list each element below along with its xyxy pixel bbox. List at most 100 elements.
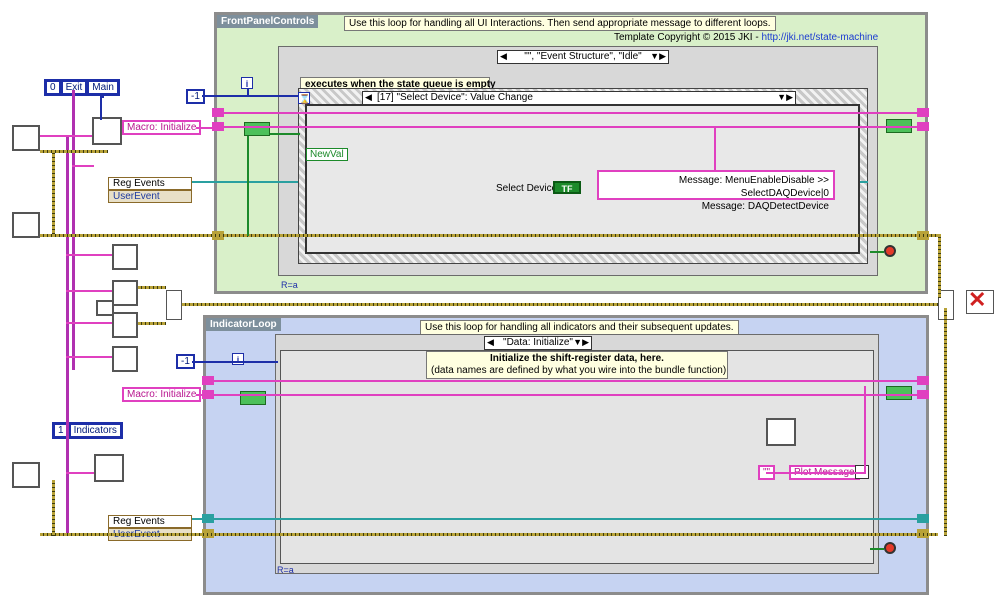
wire-pink-macro-bot xyxy=(196,394,202,396)
indicator-loop-label: IndicatorLoop xyxy=(206,318,281,331)
shift-register-right-6 xyxy=(917,514,929,523)
wire-error-top-1 xyxy=(40,150,108,153)
macro-initialize-bottom[interactable]: Macro: Initialize xyxy=(122,387,202,402)
iteration-marker-top: R=a xyxy=(281,280,298,290)
wire-pink-top-3 xyxy=(224,126,917,128)
wire-pink-top-loop xyxy=(72,165,94,167)
ring-main[interactable]: Main xyxy=(88,81,118,94)
wire-pink-bot-loop xyxy=(66,472,94,474)
case-prev-arrow[interactable]: ◀ xyxy=(500,51,507,62)
wire-pink-msg-vert xyxy=(714,127,716,172)
reg-events-node-top[interactable]: Reg Events UserEvent xyxy=(108,177,192,203)
wire-pink-macro-top xyxy=(196,127,212,129)
subvi-display-icon-1[interactable] xyxy=(112,244,138,270)
ring-index-top[interactable]: 0 xyxy=(46,81,60,94)
wire-queue-trunk xyxy=(66,135,69,535)
subvi-display-icon-2[interactable] xyxy=(112,280,138,306)
wire-teal-top-right xyxy=(860,181,868,183)
shift-register-left-1 xyxy=(212,108,224,117)
init-shift-register-note: Initialize the shift-register data, here… xyxy=(426,351,728,379)
select-device-terminal[interactable]: TF xyxy=(553,181,581,194)
wire-pink-top-2 xyxy=(224,112,917,114)
indicator-case-chevron-down-icon[interactable]: ▼▶ xyxy=(573,337,589,348)
wire-bool-stop xyxy=(870,251,884,253)
subvi-display-icon-4[interactable] xyxy=(112,312,138,338)
unbundle-node-bottom[interactable] xyxy=(886,386,912,400)
shift-register-right-2 xyxy=(917,122,929,131)
obtain-queue-icon[interactable] xyxy=(92,117,122,145)
shift-register-right-5 xyxy=(917,390,929,399)
hourglass-icon: ⌛ xyxy=(298,92,311,104)
wire-blue-bot-1 xyxy=(192,361,278,363)
envelope-queue-icon-3[interactable] xyxy=(12,462,40,488)
wire-error-vert-bot xyxy=(944,308,947,536)
subvi-display-icon-5[interactable] xyxy=(112,346,138,372)
wire-teal-top xyxy=(192,181,298,183)
wire-queue-trunk-2 xyxy=(72,90,75,370)
wire-teal-bot xyxy=(192,518,918,520)
reg-events-node-bottom[interactable]: Reg Events UserEvent xyxy=(108,515,192,541)
wire-pink-plot-vert xyxy=(864,386,866,472)
copyright-line: Template Copyright © 2015 JKI - http://j… xyxy=(614,32,878,43)
copyright-text: Template Copyright © 2015 JKI - xyxy=(614,32,762,43)
shift-register-left-2 xyxy=(212,122,224,131)
indicator-case-prev-arrow[interactable]: ◀ xyxy=(487,337,494,348)
wire-error-vert-left xyxy=(52,150,55,236)
build-array-icon[interactable] xyxy=(166,290,182,320)
case-next-chevron-down-icon[interactable]: ▼▶ xyxy=(650,51,666,62)
iteration-marker-bottom: R=a xyxy=(277,565,294,575)
indicator-case-body xyxy=(280,350,874,564)
frontpanel-loop-note: Use this loop for handling all UI Intera… xyxy=(344,16,776,31)
stop-button-icon[interactable] xyxy=(884,245,896,257)
event-case-selector[interactable]: ◀ [17] "Select Device": Value Change ▼▶ xyxy=(362,91,796,105)
wire-error-vert-top xyxy=(938,234,941,298)
wire-error-top-2 xyxy=(40,234,938,237)
wire-blue-ring-vert xyxy=(100,96,102,120)
message-string-constant[interactable]: Message: MenuEnableDisable >> SelectDAQD… xyxy=(597,170,835,212)
event-chevron-down-icon[interactable]: ▼▶ xyxy=(777,92,793,103)
wire-bool-top xyxy=(270,133,300,135)
event-prev-arrow[interactable]: ◀ xyxy=(365,92,372,103)
shift-register-left-5 xyxy=(202,390,214,399)
wire-pink-left-3 xyxy=(66,322,112,324)
wire-pink-left-4 xyxy=(66,356,112,358)
ring-indicators[interactable]: Indicators xyxy=(69,424,121,437)
wire-bool-vert xyxy=(247,136,249,236)
indicator-loop-note: Use this loop for handling all indicator… xyxy=(420,320,739,335)
select-device-label: Select Device xyxy=(496,183,558,194)
wire-error-mid xyxy=(182,303,938,306)
error-handler-x-icon: ✕ xyxy=(968,287,987,312)
shift-register-right-1 xyxy=(917,108,929,117)
macro-initialize-top[interactable]: Macro: Initialize xyxy=(122,120,202,135)
state-case-selector[interactable]: ◀ "", "Event Structure", "Idle" ▼▶ xyxy=(497,50,669,64)
shift-register-left-4 xyxy=(202,376,214,385)
wire-bool-stop-bot xyxy=(870,548,884,550)
wire-blue-top-vert xyxy=(247,89,249,97)
newval-node: NewVal xyxy=(306,148,348,161)
wire-blue-top-1 xyxy=(202,95,298,97)
shift-register-right-4 xyxy=(917,376,929,385)
wire-error-left-4 xyxy=(138,322,166,325)
plot-subvi-icon[interactable] xyxy=(766,418,796,446)
copyright-link[interactable]: http://jki.net/state-machine xyxy=(761,32,878,43)
wire-pink-top-1 xyxy=(40,135,92,137)
state-ring-top[interactable]: 0 Exit Main xyxy=(44,79,120,96)
bundle-node-top[interactable] xyxy=(244,122,270,136)
wire-pink-bot-1 xyxy=(214,380,917,382)
iteration-terminal-bottom: i xyxy=(232,353,244,365)
iteration-terminal-top: i xyxy=(241,77,253,89)
wire-pink-left-2 xyxy=(66,290,112,292)
wire-error-bot xyxy=(40,533,938,536)
envelope-queue-icon[interactable] xyxy=(12,125,40,151)
stop-button-bottom-icon[interactable] xyxy=(884,542,896,554)
frontpanel-loop-label: FrontPanelControls xyxy=(217,15,319,28)
envelope-queue-icon-2[interactable] xyxy=(12,212,40,238)
state-ring-bottom[interactable]: 1 Indicators xyxy=(52,422,123,439)
wire-pink-left-1 xyxy=(66,254,112,256)
obtain-queue-icon-2[interactable] xyxy=(94,454,124,482)
indicator-case-selector[interactable]: ◀ "Data: Initialize" ▼▶ xyxy=(484,336,592,350)
wire-error-left-3 xyxy=(138,286,166,289)
wire-pink-plot xyxy=(766,472,866,474)
wire-pink-bot-2 xyxy=(214,394,917,396)
wire-error-vert-left-2 xyxy=(52,480,55,536)
